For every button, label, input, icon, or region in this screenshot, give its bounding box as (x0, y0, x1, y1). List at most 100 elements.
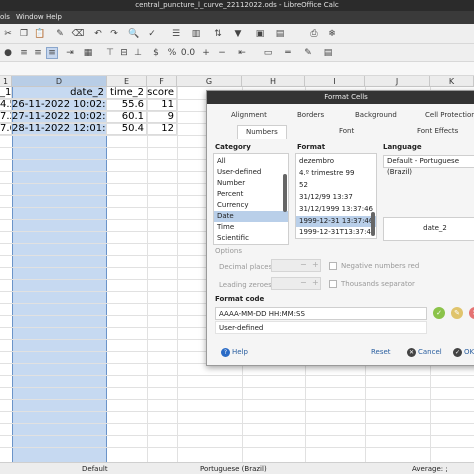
table-cell-date[interactable]: 26-11-2022 10:02:33 (12, 99, 107, 111)
conditional-icon[interactable]: ▤ (322, 47, 334, 59)
align-right-icon[interactable]: ≡ (46, 47, 58, 59)
align-left-icon[interactable]: ≡ (18, 47, 30, 59)
table-cell[interactable]: 7.2 (0, 111, 12, 123)
list-item-selected[interactable]: 1999-12-31 13:37:46 (296, 216, 376, 227)
edit-comment-icon[interactable]: ✎ (451, 307, 463, 319)
table-cell-score[interactable]: 11 (147, 99, 177, 111)
list-item[interactable]: 31/12/1999 13:37:46 (296, 204, 376, 215)
print-icon[interactable]: ⎙ (308, 28, 320, 40)
column-header[interactable]: J (365, 76, 430, 87)
image-icon[interactable]: ▣ (254, 28, 266, 40)
delete-icon[interactable]: ✕ (469, 307, 474, 319)
align-center-icon[interactable]: ≡ (32, 47, 44, 59)
delete-decimal-icon[interactable]: − (216, 47, 228, 59)
status-page-style[interactable]: Default (82, 463, 108, 474)
spelling-icon[interactable]: ✓ (146, 28, 158, 40)
menu-window[interactable]: Window (16, 11, 44, 24)
currency-icon[interactable]: $ (150, 47, 162, 59)
language-dropdown[interactable]: Default - Portuguese (Brazil) (383, 155, 474, 176)
tab-alignment[interactable]: Alignment (231, 109, 267, 122)
undo-icon[interactable]: ↶ (92, 28, 104, 40)
header-cell[interactable]: _1 (0, 87, 12, 99)
minus-icon[interactable]: − (300, 260, 307, 269)
column-header[interactable]: 1 (0, 76, 12, 87)
list-item[interactable]: All (214, 156, 288, 167)
plus-icon[interactable]: + (312, 278, 319, 287)
find-icon[interactable]: 🔍 (128, 28, 140, 40)
check-icon[interactable]: ✓ (433, 307, 445, 319)
border-style-icon[interactable]: ═ (282, 47, 294, 59)
column-header[interactable]: K (430, 76, 474, 87)
tab-background[interactable]: Background (355, 109, 397, 122)
tab-font-effects[interactable]: Font Effects (417, 125, 458, 138)
list-item[interactable]: User-defined (214, 167, 288, 178)
list-item[interactable]: Time (214, 222, 288, 233)
format-code-input[interactable]: AAAA-MM-DD HH:MM:SS (215, 307, 427, 320)
clear-icon[interactable]: ⌫ (72, 28, 85, 40)
comment-field[interactable]: User-defined (215, 321, 427, 334)
column-icon[interactable]: ▥ (190, 28, 202, 40)
decimal-places-stepper[interactable]: − + (271, 259, 321, 272)
table-cell-score[interactable]: 12 (147, 123, 177, 135)
redo-icon[interactable]: ↷ (108, 28, 120, 40)
row-icon[interactable]: ☰ (170, 28, 182, 40)
merge-cells-icon[interactable]: ▦ (82, 47, 94, 59)
sort-icon[interactable]: ⇅ (212, 28, 224, 40)
borders-icon[interactable]: ▭ (262, 47, 274, 59)
help-button[interactable]: ? Help (221, 346, 248, 358)
wrap-text-icon[interactable]: ⇥ (64, 47, 76, 59)
thousands-separator-checkbox[interactable] (329, 280, 337, 288)
menu-help[interactable]: Help (46, 11, 62, 24)
freeze-icon[interactable]: ❄ (326, 28, 338, 40)
table-cell[interactable]: 7.6 (0, 123, 12, 135)
table-cell-time[interactable]: 50.4 (107, 123, 147, 135)
table-cell-time[interactable]: 55.6 (107, 99, 147, 111)
list-item[interactable]: Scientific (214, 233, 288, 244)
column-header[interactable]: G (177, 76, 242, 87)
tab-numbers[interactable]: Numbers (237, 125, 287, 139)
cancel-button[interactable]: ✕ Cancel (407, 346, 442, 358)
column-header-selected[interactable]: D (12, 76, 107, 87)
add-decimal-icon[interactable]: + (200, 47, 212, 59)
table-cell-date[interactable]: 28-11-2022 12:01:01 (12, 123, 107, 135)
align-top-icon[interactable]: ⊤ (104, 47, 116, 59)
clone-icon[interactable]: ✎ (54, 28, 66, 40)
table-cell[interactable]: 4.5 (0, 99, 12, 111)
plus-icon[interactable]: + (312, 260, 319, 269)
list-item[interactable]: Percent (214, 189, 288, 200)
category-scrollbar[interactable] (283, 174, 287, 212)
number-format-icon[interactable]: 0.0 (181, 47, 195, 59)
chart-icon[interactable]: ▤ (274, 28, 286, 40)
format-list[interactable]: dezembro 4.º trimestre 99 52 31/12/99 13… (295, 153, 377, 239)
list-item[interactable]: Currency (214, 200, 288, 211)
status-language[interactable]: Portuguese (Brazil) (200, 463, 267, 474)
format-scrollbar[interactable] (371, 212, 375, 236)
percent-icon[interactable]: % (166, 47, 178, 59)
column-header[interactable]: H (242, 76, 305, 87)
menu-tools[interactable]: ols (0, 11, 10, 24)
column-header[interactable]: E (107, 76, 147, 87)
header-cell-date[interactable]: date_2 (12, 87, 107, 99)
reset-button[interactable]: Reset (371, 346, 391, 358)
tab-cell-protection[interactable]: Cell Protection (425, 109, 474, 122)
bold-icon[interactable]: ● (2, 47, 14, 59)
header-cell-time[interactable]: time_2 (107, 87, 147, 99)
header-cell-score[interactable]: score (147, 87, 177, 99)
autofilter-icon[interactable]: ▼ (232, 28, 244, 40)
list-item[interactable]: 4.º trimestre 99 (296, 168, 376, 179)
tab-font[interactable]: Font (339, 125, 354, 138)
ok-button[interactable]: ✓ OK (453, 346, 474, 358)
minus-icon[interactable]: − (300, 278, 307, 287)
category-list[interactable]: All User-defined Number Percent Currency… (213, 153, 289, 245)
column-header[interactable]: F (147, 76, 177, 87)
list-item[interactable]: Number (214, 178, 288, 189)
table-cell-time[interactable]: 60.1 (107, 111, 147, 123)
list-item[interactable]: 52 (296, 180, 376, 191)
cut-icon[interactable]: ✂ (2, 28, 14, 40)
leading-zeroes-stepper[interactable]: − + (271, 277, 321, 290)
table-cell-date[interactable]: 27-11-2022 10:02:33 (12, 111, 107, 123)
tab-borders[interactable]: Borders (297, 109, 324, 122)
column-header[interactable]: I (305, 76, 365, 87)
negative-red-checkbox[interactable] (329, 262, 337, 270)
table-cell-score[interactable]: 9 (147, 111, 177, 123)
